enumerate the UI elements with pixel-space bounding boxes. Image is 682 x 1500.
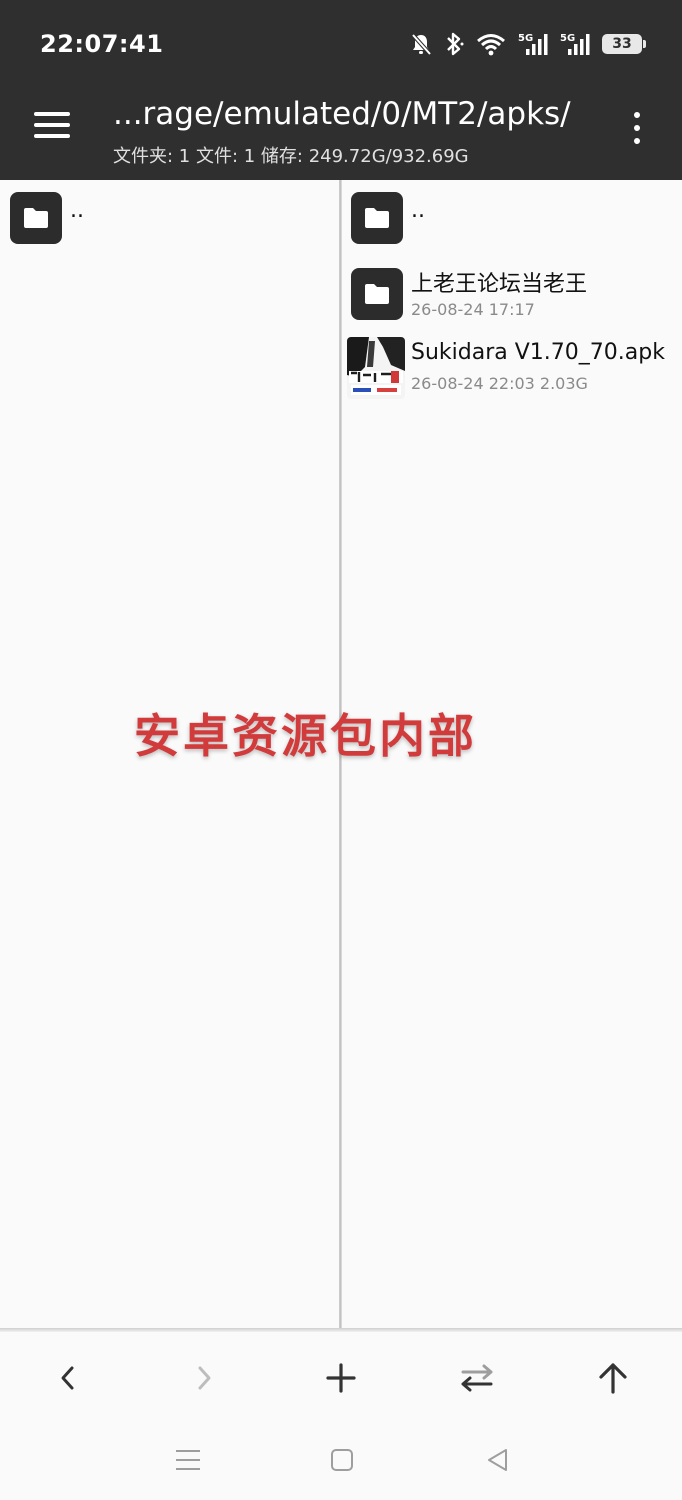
file-meta: 26-08-24 17:17	[411, 300, 535, 319]
bottom-toolbar	[0, 1332, 682, 1420]
system-nav-bar	[0, 1420, 682, 1500]
file-name: 上老王论坛当老王	[411, 272, 588, 297]
signal-5g-icon: 5G	[518, 31, 548, 57]
list-item-parent-dir[interactable]: ..	[342, 190, 682, 260]
swap-icon[interactable]	[449, 1350, 505, 1406]
svg-text:5G: 5G	[518, 33, 533, 44]
battery-icon: 33	[602, 34, 646, 54]
signal-5g-icon: 5G	[560, 31, 590, 57]
bluetooth-icon	[444, 31, 464, 57]
home-icon[interactable]	[322, 1440, 362, 1480]
back-arrow-icon[interactable]	[40, 1350, 96, 1406]
file-name: ..	[70, 198, 84, 223]
apk-thumbnail-icon	[347, 337, 405, 399]
add-icon[interactable]	[313, 1350, 369, 1406]
forward-arrow-icon[interactable]	[176, 1350, 232, 1406]
status-icons: 5G 5G 33	[410, 28, 646, 60]
menu-icon[interactable]	[34, 112, 70, 140]
list-item-folder[interactable]: 上老王论坛当老王 26-08-24 17:17	[342, 266, 682, 336]
up-arrow-icon[interactable]	[585, 1350, 641, 1406]
list-item-apk[interactable]: Sukidara V1.70_70.apk 26-08-24 22:03 2.0…	[342, 337, 682, 410]
svg-text:5G: 5G	[560, 33, 575, 44]
back-triangle-icon[interactable]	[478, 1440, 518, 1480]
file-meta: 26-08-24 22:03 2.03G	[411, 374, 588, 393]
status-time: 22:07:41	[40, 30, 164, 58]
folder-icon	[10, 192, 62, 244]
folder-icon	[351, 268, 403, 320]
battery-level: 33	[612, 36, 632, 52]
file-name: ..	[411, 198, 425, 223]
wifi-icon	[476, 32, 506, 56]
app-header: 22:07:41 5G 5G 33 ...rage/emulated/0/MT2…	[0, 0, 682, 180]
more-options-icon[interactable]	[626, 110, 648, 146]
list-item-parent-dir[interactable]: ..	[0, 190, 339, 260]
mute-bell-icon	[410, 32, 432, 56]
folder-summary: 文件夹: 1 文件: 1 储存: 249.72G/932.69G	[113, 146, 469, 167]
current-path[interactable]: ...rage/emulated/0/MT2/apks/	[113, 96, 593, 132]
recents-icon[interactable]	[168, 1440, 208, 1480]
folder-icon	[351, 192, 403, 244]
file-name: Sukidara V1.70_70.apk	[411, 340, 665, 365]
watermark-text: 安卓资源包内部	[134, 709, 477, 763]
